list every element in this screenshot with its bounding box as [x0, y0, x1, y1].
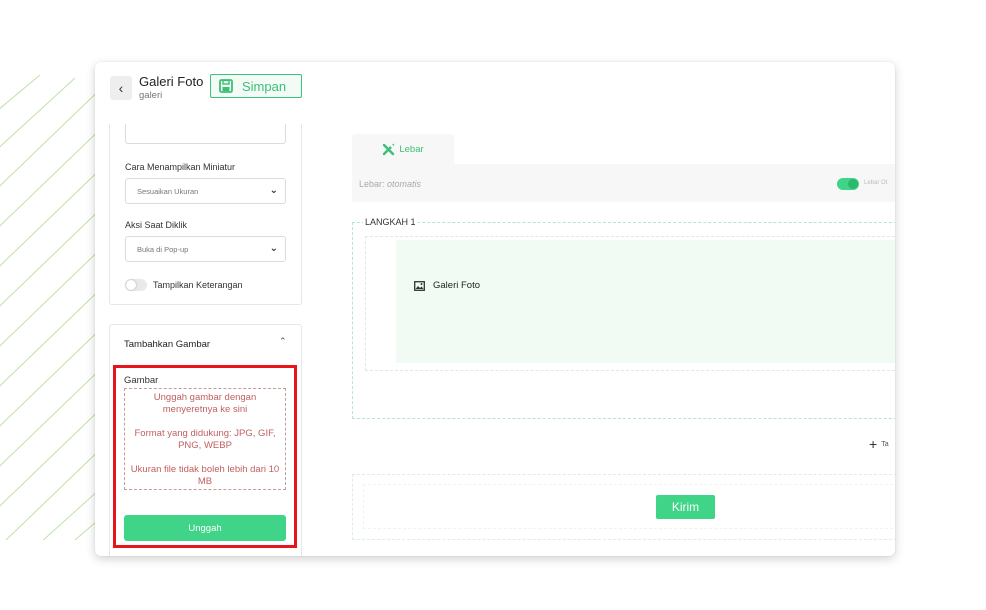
add-images-title: Tambahkan Gambar	[124, 339, 211, 350]
auto-width-label: Lebar Ot	[864, 180, 888, 186]
width-bar: Lebar: otomatis Lebar Ot	[352, 164, 895, 202]
chevron-down-icon: ⌄	[269, 243, 278, 254]
highlight-box	[113, 365, 297, 548]
gallery-block[interactable]: Galeri Foto	[396, 240, 895, 363]
width-label: Lebar:	[359, 179, 385, 189]
chevron-down-icon: ⌄	[269, 185, 278, 196]
save-button[interactable]: Simpan	[210, 74, 302, 98]
previous-field[interactable]	[125, 124, 286, 144]
chevron-up-icon[interactable]: ⌃	[279, 336, 287, 347]
editor-header: ‹ Galeri Foto galeri Simpan	[95, 62, 895, 122]
click-action-label: Aksi Saat Diklik	[125, 220, 188, 230]
settings-panel: Cara Menampilkan Miniatur Sesuaikan Ukur…	[109, 124, 302, 305]
page-title: Galeri Foto	[139, 74, 204, 89]
page-subtitle: galeri	[139, 90, 163, 101]
tools-icon	[383, 143, 395, 156]
submit-button[interactable]: Kirim	[656, 495, 715, 519]
image-icon	[414, 280, 425, 291]
thumbnail-label: Cara Menampilkan Miniatur	[125, 162, 236, 172]
add-element-label: Ta	[881, 440, 889, 448]
gallery-block-label: Galeri Foto	[414, 280, 480, 291]
diagonal-stripes-decoration	[0, 74, 110, 540]
add-element-button[interactable]: + Ta	[869, 436, 889, 452]
width-readout: Lebar: otomatis	[359, 179, 421, 189]
gallery-block-title: Galeri Foto	[433, 280, 480, 291]
thumbnail-select[interactable]: Sesuaikan Ukuran ⌄	[125, 178, 286, 204]
plus-icon: +	[869, 436, 878, 452]
click-action-select[interactable]: Buka di Pop-up ⌄	[125, 236, 286, 262]
thumbnail-select-value: Sesuaikan Ukuran	[137, 186, 199, 196]
tab-width[interactable]: Lebar	[352, 134, 454, 165]
auto-width-toggle[interactable]	[837, 178, 859, 190]
floppy-disk-icon	[219, 79, 233, 93]
width-value: otomatis	[387, 179, 422, 189]
show-caption-label: Tampilkan Keterangan	[153, 280, 243, 290]
editor-window: ‹ Galeri Foto galeri Simpan Cara Menampi…	[95, 62, 895, 556]
chevron-left-icon: ‹	[118, 80, 124, 96]
click-action-select-value: Buka di Pop-up	[137, 244, 189, 254]
tab-width-label: Lebar	[399, 144, 424, 155]
show-caption-toggle[interactable]	[125, 279, 147, 291]
step-title: LANGKAH 1	[363, 217, 418, 227]
back-button[interactable]: ‹	[110, 76, 132, 100]
save-button-label: Simpan	[242, 78, 287, 94]
submit-inner-container	[363, 484, 895, 529]
